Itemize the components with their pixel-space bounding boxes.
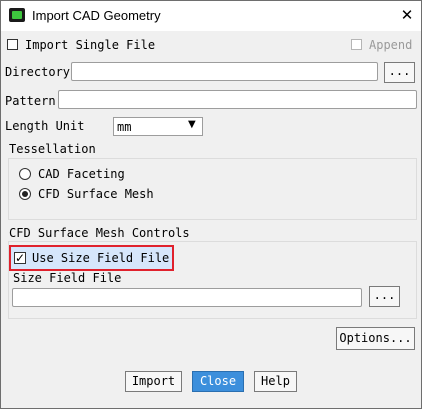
cfd-surface-mesh-radio[interactable] — [19, 188, 31, 200]
size-field-file-label: Size Field File — [13, 271, 122, 285]
import-cad-geometry-dialog: Import CAD Geometry ✕ Import Single File… — [0, 0, 422, 409]
pattern-label: Pattern — [5, 94, 56, 108]
size-field-file-input[interactable] — [12, 288, 362, 307]
directory-label: Directory — [5, 65, 71, 79]
use-size-field-label: Use Size Field File — [32, 251, 170, 265]
close-button[interactable]: Close — [192, 371, 244, 392]
title-bar: Import CAD Geometry ✕ — [1, 1, 421, 31]
length-unit-value: mm — [117, 120, 132, 134]
window-title: Import CAD Geometry — [32, 8, 161, 23]
use-size-field-checkbox[interactable]: ✓ — [14, 252, 26, 264]
import-button[interactable]: Import — [125, 371, 182, 392]
cad-faceting-label: CAD Faceting — [38, 167, 125, 181]
cfd-controls-title: CFD Surface Mesh Controls — [9, 226, 190, 240]
close-icon[interactable]: ✕ — [397, 5, 417, 25]
append-label: Append — [369, 38, 413, 52]
fluent-icon — [9, 8, 25, 22]
directory-input[interactable] — [71, 62, 378, 81]
tessellation-title: Tessellation — [9, 142, 96, 156]
size-field-browse-button[interactable]: ... — [369, 286, 400, 307]
append-checkbox[interactable] — [351, 39, 362, 50]
length-unit-select[interactable]: mm ▼ — [113, 117, 203, 136]
cad-faceting-radio[interactable] — [19, 168, 31, 180]
import-single-file-checkbox[interactable] — [7, 39, 18, 50]
chevron-down-icon: ▼ — [188, 119, 196, 130]
options-button[interactable]: Options... — [336, 327, 415, 350]
length-unit-label: Length Unit — [5, 119, 85, 133]
directory-browse-button[interactable]: ... — [384, 62, 415, 83]
help-button[interactable]: Help — [254, 371, 297, 392]
import-single-file-label: Import Single File — [25, 38, 156, 52]
pattern-input[interactable] — [58, 90, 417, 109]
cfd-surface-mesh-label: CFD Surface Mesh — [38, 187, 154, 201]
